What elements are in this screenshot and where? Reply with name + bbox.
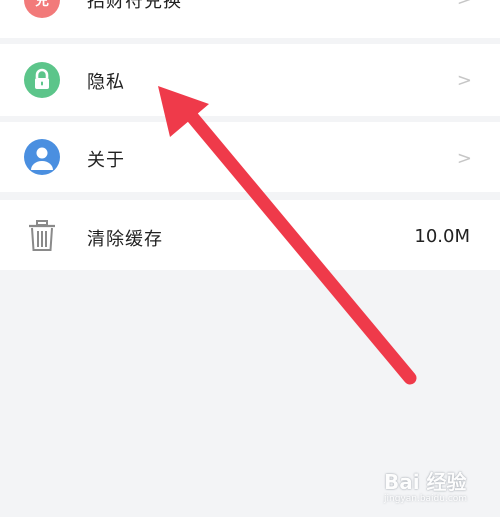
arrow-annotation-icon [158, 86, 417, 385]
watermark-logo: Bai 经验 jingyan.baidu.com [384, 464, 496, 510]
watermark-brand: Bai 经验 [384, 470, 467, 494]
watermark-url: jingyan.baidu.com [384, 494, 468, 504]
